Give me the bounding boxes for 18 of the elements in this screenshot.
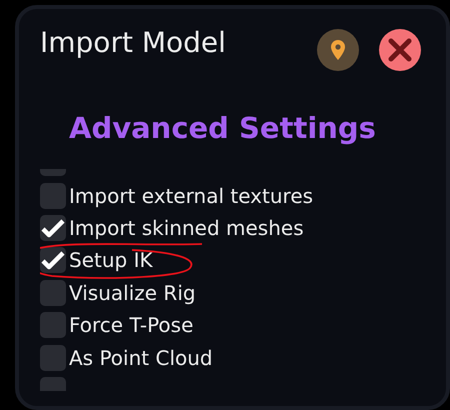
checkbox[interactable] (40, 247, 66, 274)
section-heading: Advanced Settings (69, 111, 377, 145)
checkbox[interactable] (40, 214, 66, 241)
close-button[interactable] (379, 29, 421, 71)
option-label: Setup IK (69, 248, 153, 272)
option-label: Force T-Pose (69, 313, 194, 338)
checkbox[interactable] (40, 280, 66, 306)
option-label: Import external textures (69, 184, 314, 208)
location-pin-button[interactable] (317, 29, 359, 71)
checkbox[interactable] (40, 182, 66, 209)
checkbox[interactable] (40, 344, 66, 371)
option-label: Visualize Rig (69, 280, 196, 305)
window-title: Import Model (40, 26, 227, 58)
map-pin-icon (330, 39, 346, 61)
option-label: Import skinned meshes (69, 216, 304, 240)
close-icon (388, 38, 412, 62)
checkbox[interactable] (40, 312, 66, 338)
option-label: As Point Cloud (69, 346, 213, 370)
